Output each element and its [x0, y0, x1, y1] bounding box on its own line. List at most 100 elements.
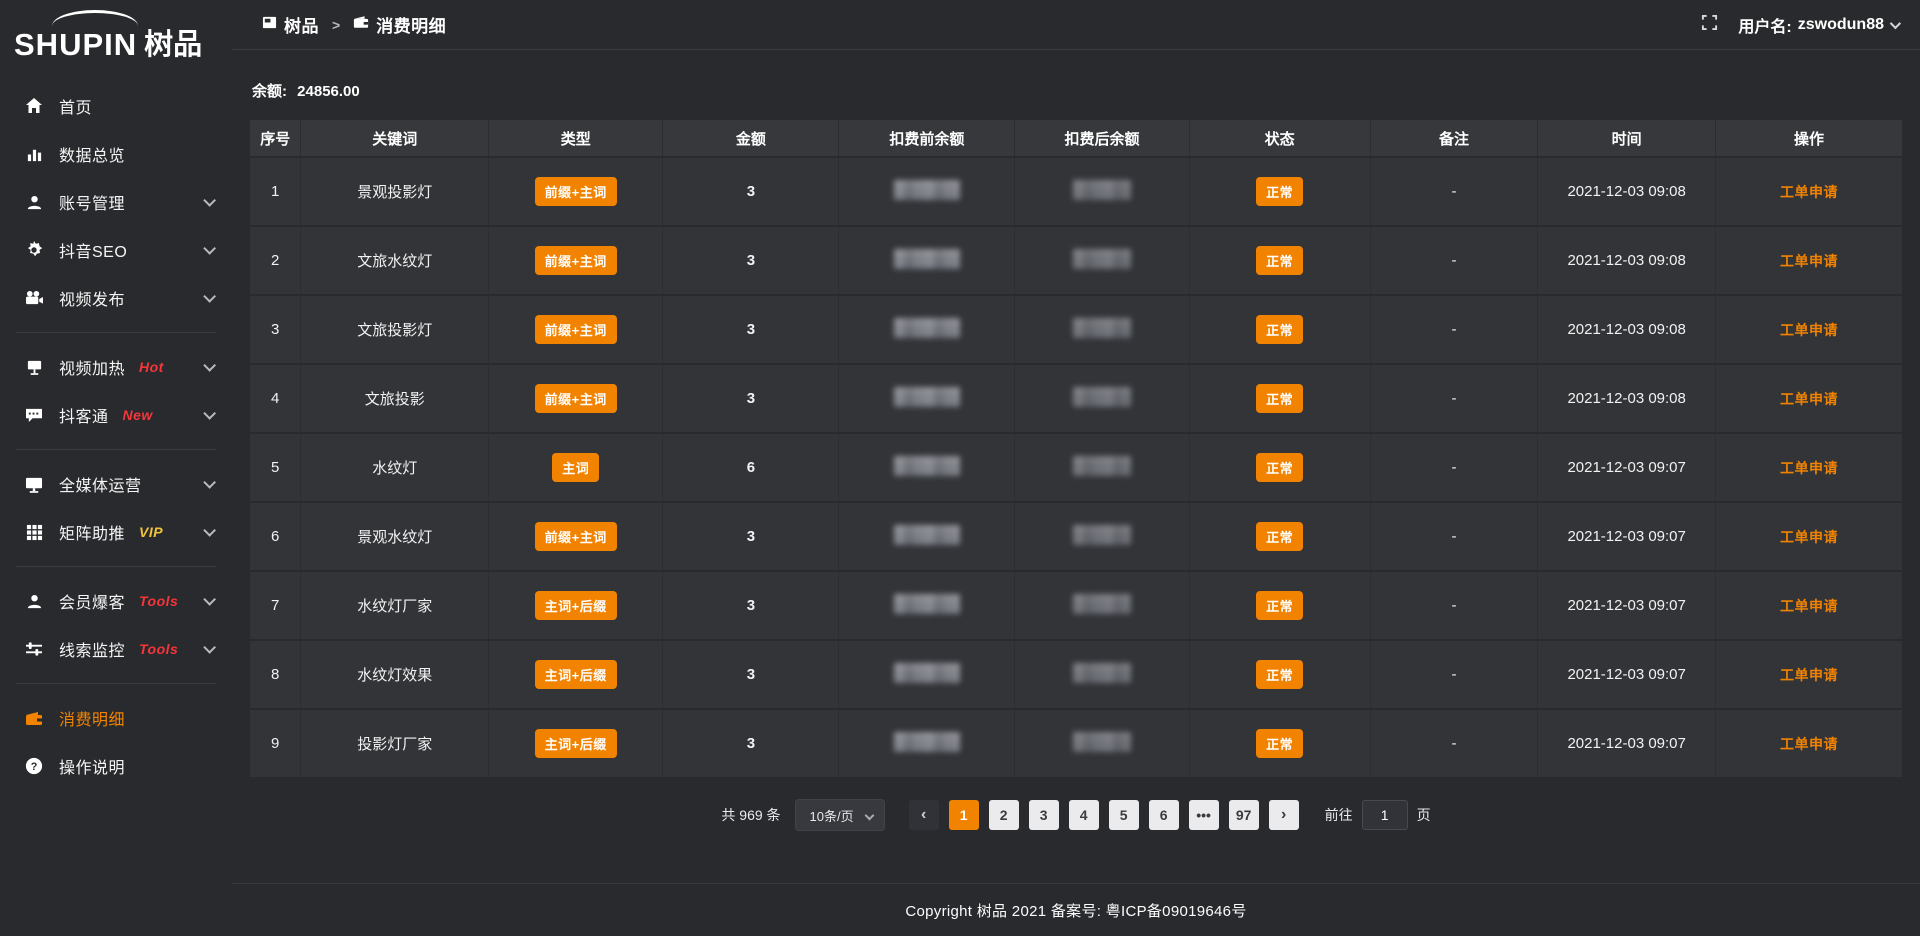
work-order-link[interactable]: 工单申请	[1780, 322, 1838, 338]
page-ellipsis-button[interactable]: •••	[1189, 800, 1219, 830]
chevron-down-icon	[203, 476, 216, 489]
home-icon	[24, 96, 44, 116]
cell-index: 1	[250, 158, 301, 225]
type-badge: 前缀+主词	[535, 522, 617, 551]
sidebar-item-5[interactable]: 视频加热Hot	[0, 343, 232, 391]
sidebar-item-9[interactable]: 会员爆客Tools	[0, 577, 232, 625]
table-body: 1景观投影灯前缀+主词3正常-2021-12-03 09:08工单申请2文旅水纹…	[250, 158, 1902, 777]
cell-status: 正常	[1190, 710, 1371, 777]
cell-balance-before	[839, 503, 1015, 570]
sidebar-item-8[interactable]: 矩阵助推VIP	[0, 508, 232, 556]
next-page-button[interactable]: ›	[1269, 800, 1299, 830]
work-order-link[interactable]: 工单申请	[1780, 184, 1838, 200]
breadcrumb: 树品 > 消费明细	[262, 12, 446, 37]
main-column: 树品 > 消费明细 用户名: zswodun88	[232, 0, 1920, 936]
cell-keyword: 文旅投影	[301, 365, 489, 432]
cell-action: 工单申请	[1716, 296, 1902, 363]
prev-page-button[interactable]: ‹	[909, 800, 939, 830]
sidebar-item-0[interactable]: 首页	[0, 82, 232, 130]
sidebar-item-10[interactable]: 线索监控Tools	[0, 625, 232, 673]
goto-page-input[interactable]	[1362, 800, 1408, 830]
work-order-link[interactable]: 工单申请	[1780, 598, 1838, 614]
column-header: 时间	[1538, 120, 1716, 156]
cell-keyword: 文旅水纹灯	[301, 227, 489, 294]
status-badge: 正常	[1256, 522, 1303, 551]
cell-status: 正常	[1190, 572, 1371, 639]
page-button-6[interactable]: 6	[1149, 800, 1179, 830]
cell-remark: -	[1371, 365, 1539, 432]
footer: Copyright 树品 2021 备案号: 粤ICP备09019646号	[232, 883, 1920, 936]
pagination-total: 共 969 条	[721, 805, 780, 825]
svg-text:?: ?	[31, 761, 38, 773]
cell-action: 工单申请	[1716, 158, 1902, 225]
sidebar-item-3[interactable]: 抖音SEO	[0, 226, 232, 274]
cell-status: 正常	[1190, 365, 1371, 432]
cell-action: 工单申请	[1716, 641, 1902, 708]
sidebar-item-4[interactable]: 视频发布	[0, 274, 232, 322]
work-order-link[interactable]: 工单申请	[1780, 667, 1838, 683]
redacted-value	[894, 249, 960, 269]
sidebar-item-label: 数据总览	[59, 142, 125, 166]
cell-balance-before	[839, 710, 1015, 777]
page-button-5[interactable]: 5	[1109, 800, 1139, 830]
sidebar-item-2[interactable]: 账号管理	[0, 178, 232, 226]
redacted-value	[894, 456, 960, 476]
screen-stand-icon	[24, 357, 44, 377]
cell-index: 5	[250, 434, 301, 501]
column-header: 操作	[1716, 120, 1902, 156]
redacted-value	[1073, 732, 1131, 752]
sidebar-item-12[interactable]: ?操作说明	[0, 742, 232, 790]
cell-time: 2021-12-03 09:07	[1538, 503, 1716, 570]
chevron-down-icon	[203, 290, 216, 303]
type-badge: 前缀+主词	[535, 315, 617, 344]
page-size-select[interactable]: 10条/页	[795, 799, 885, 831]
chat-bubble-icon	[24, 405, 44, 425]
chevron-down-icon	[203, 359, 216, 372]
page-button-4[interactable]: 4	[1069, 800, 1099, 830]
app-icon	[262, 15, 277, 35]
cell-index: 9	[250, 710, 301, 777]
status-badge: 正常	[1256, 660, 1303, 689]
cell-balance-after	[1015, 503, 1189, 570]
page-button-97[interactable]: 97	[1229, 800, 1259, 830]
cell-status: 正常	[1190, 641, 1371, 708]
sidebar-item-6[interactable]: 抖客通New	[0, 391, 232, 439]
sidebar-divider	[16, 332, 216, 333]
username-value: zswodun88	[1798, 16, 1884, 34]
breadcrumb-item-home[interactable]: 树品	[262, 12, 319, 37]
sidebar-item-badge: Tools	[139, 641, 178, 657]
table-row: 2文旅水纹灯前缀+主词3正常-2021-12-03 09:08工单申请	[250, 227, 1902, 294]
work-order-link[interactable]: 工单申请	[1780, 736, 1838, 752]
cell-index: 3	[250, 296, 301, 363]
work-order-link[interactable]: 工单申请	[1780, 253, 1838, 269]
cell-amount: 3	[663, 572, 839, 639]
cell-remark: -	[1371, 572, 1539, 639]
user-menu[interactable]: 用户名: zswodun88	[1738, 13, 1898, 37]
table-row: 9投影灯厂家主词+后缀3正常-2021-12-03 09:07工单申请	[250, 710, 1902, 777]
work-order-link[interactable]: 工单申请	[1780, 391, 1838, 407]
sidebar-item-11[interactable]: 消费明细	[0, 694, 232, 742]
cell-remark: -	[1371, 296, 1539, 363]
fullscreen-icon[interactable]	[1701, 14, 1718, 36]
sidebar-item-7[interactable]: 全媒体运营	[0, 460, 232, 508]
redacted-value	[1073, 525, 1131, 545]
work-order-link[interactable]: 工单申请	[1780, 460, 1838, 476]
work-order-link[interactable]: 工单申请	[1780, 529, 1838, 545]
cell-balance-after	[1015, 434, 1189, 501]
sidebar-divider	[16, 449, 216, 450]
sidebar-item-1[interactable]: 数据总览	[0, 130, 232, 178]
chevron-down-icon	[864, 811, 874, 821]
cell-action: 工单申请	[1716, 434, 1902, 501]
cell-type: 主词+后缀	[489, 572, 663, 639]
redacted-value	[1073, 663, 1131, 683]
cell-balance-before	[839, 641, 1015, 708]
breadcrumb-item-current[interactable]: 消费明细	[353, 12, 446, 37]
cell-status: 正常	[1190, 503, 1371, 570]
chevron-down-icon	[1890, 17, 1901, 28]
cell-time: 2021-12-03 09:08	[1538, 227, 1716, 294]
redacted-value	[1073, 180, 1131, 200]
page-button-1[interactable]: 1	[949, 800, 979, 830]
type-badge: 前缀+主词	[535, 384, 617, 413]
page-button-2[interactable]: 2	[989, 800, 1019, 830]
page-button-3[interactable]: 3	[1029, 800, 1059, 830]
